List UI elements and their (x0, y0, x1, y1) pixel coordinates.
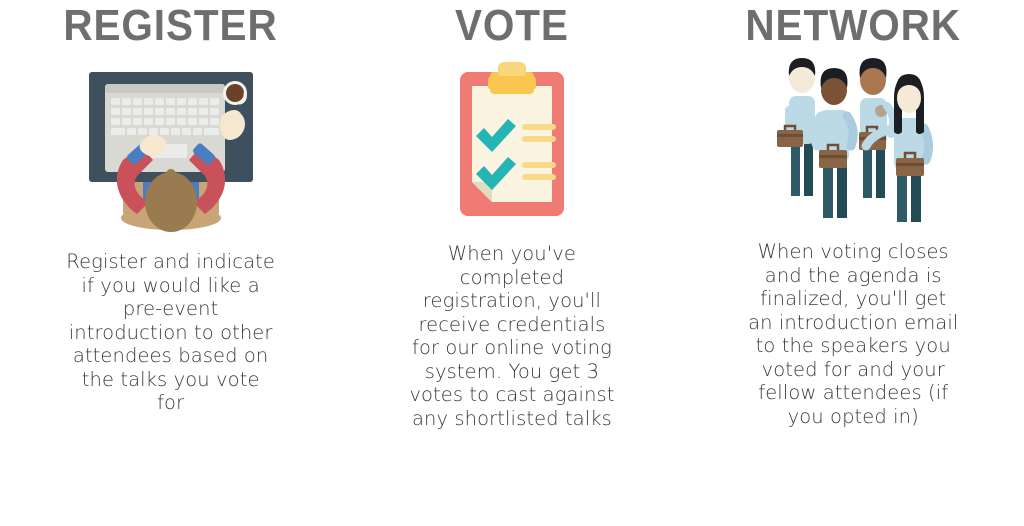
heading-network: NETWORK (745, 1, 962, 50)
column-vote: VOTE When you've completed registration,… (341, 0, 682, 526)
heading-register: REGISTER (63, 1, 278, 50)
heading-vote: VOTE (454, 1, 569, 50)
person-at-laptop-icon (81, 64, 261, 234)
infographic-board: REGISTER Register and indicate if you wo… (0, 0, 1024, 526)
column-network: NETWORK When voting closes and the agend… (683, 0, 1024, 526)
column-register: REGISTER Register and indicate if you wo… (0, 0, 341, 526)
body-text-vote: When you've completed registration, you'… (409, 242, 615, 430)
body-text-network: When voting closes and the agenda is fin… (748, 240, 959, 428)
body-text-register: Register and indicate if you would like … (66, 250, 275, 414)
clipboard-checklist-icon (422, 56, 602, 226)
group-of-professionals-icon (763, 54, 943, 224)
